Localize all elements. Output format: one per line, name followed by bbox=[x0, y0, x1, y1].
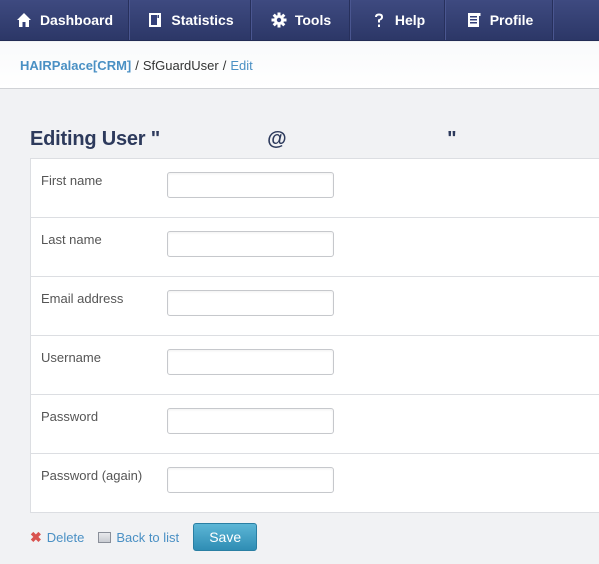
username-label: Username bbox=[41, 350, 101, 365]
document-icon bbox=[466, 12, 482, 28]
gear-icon bbox=[271, 12, 287, 28]
nav-label: Dashboard bbox=[39, 12, 114, 28]
email-input[interactable] bbox=[167, 290, 334, 316]
form-row-last-name: Last name bbox=[31, 218, 599, 277]
last-name-input[interactable] bbox=[167, 231, 334, 257]
email-label: Email address bbox=[41, 291, 124, 306]
edit-user-form: First name Last name Email address Usern… bbox=[30, 158, 599, 513]
list-icon bbox=[98, 531, 112, 543]
breadcrumb-home-link[interactable]: HAIRPalace[CRM] bbox=[20, 58, 131, 73]
breadcrumb-separator: / bbox=[135, 57, 139, 73]
home-icon bbox=[16, 12, 32, 28]
password-input[interactable] bbox=[167, 408, 334, 434]
breadcrumb-separator: / bbox=[222, 57, 227, 73]
password-label: Password bbox=[41, 409, 99, 424]
page-title: Editing User " @ " bbox=[30, 128, 457, 150]
breadcrumb-current[interactable]: Edit bbox=[230, 58, 252, 73]
password-again-label: Password (again) bbox=[41, 468, 143, 483]
nav-label: Tools bbox=[294, 12, 332, 28]
nav-item-help[interactable]: Help bbox=[351, 0, 446, 40]
nav-item-statistics[interactable]: Statistics bbox=[130, 0, 252, 40]
nav-item-tools[interactable]: Tools bbox=[252, 0, 351, 40]
last-name-label: Last name bbox=[41, 232, 102, 247]
nav-item-profile[interactable]: Profile bbox=[446, 0, 554, 40]
form-row-password: Password bbox=[31, 395, 599, 454]
save-button[interactable]: Save bbox=[193, 523, 258, 551]
question-icon bbox=[371, 12, 387, 28]
nav-label: Profile bbox=[489, 12, 534, 28]
first-name-input[interactable] bbox=[167, 172, 334, 198]
book-icon bbox=[147, 12, 163, 28]
form-actions: ✖ Delete Back to list Save bbox=[30, 522, 258, 552]
first-name-label: First name bbox=[41, 173, 103, 188]
breadcrumb: HAIRPalace[CRM] / SfGuardUser / Edit bbox=[0, 42, 599, 89]
nav-label: Help bbox=[394, 12, 426, 28]
username-input[interactable] bbox=[167, 349, 334, 375]
delete-x-icon: ✖ bbox=[30, 529, 42, 545]
delete-label: Delete bbox=[46, 529, 85, 545]
form-row-password-again: Password (again) bbox=[31, 454, 599, 513]
form-row-username: Username bbox=[31, 336, 599, 395]
password-again-input[interactable] bbox=[167, 467, 334, 493]
nav-item-dashboard[interactable]: Dashboard bbox=[0, 0, 130, 40]
nav-label: Statistics bbox=[171, 12, 234, 28]
breadcrumb-module: SfGuardUser bbox=[142, 57, 219, 73]
top-navigation: Dashboard Statistics Tools Help Profile bbox=[0, 0, 599, 41]
form-row-email: Email address bbox=[31, 277, 599, 336]
form-row-first-name: First name bbox=[31, 159, 599, 218]
delete-link[interactable]: ✖ Delete bbox=[30, 530, 84, 545]
back-to-list-label: Back to list bbox=[116, 529, 180, 545]
back-to-list-link[interactable]: Back to list bbox=[98, 530, 179, 545]
